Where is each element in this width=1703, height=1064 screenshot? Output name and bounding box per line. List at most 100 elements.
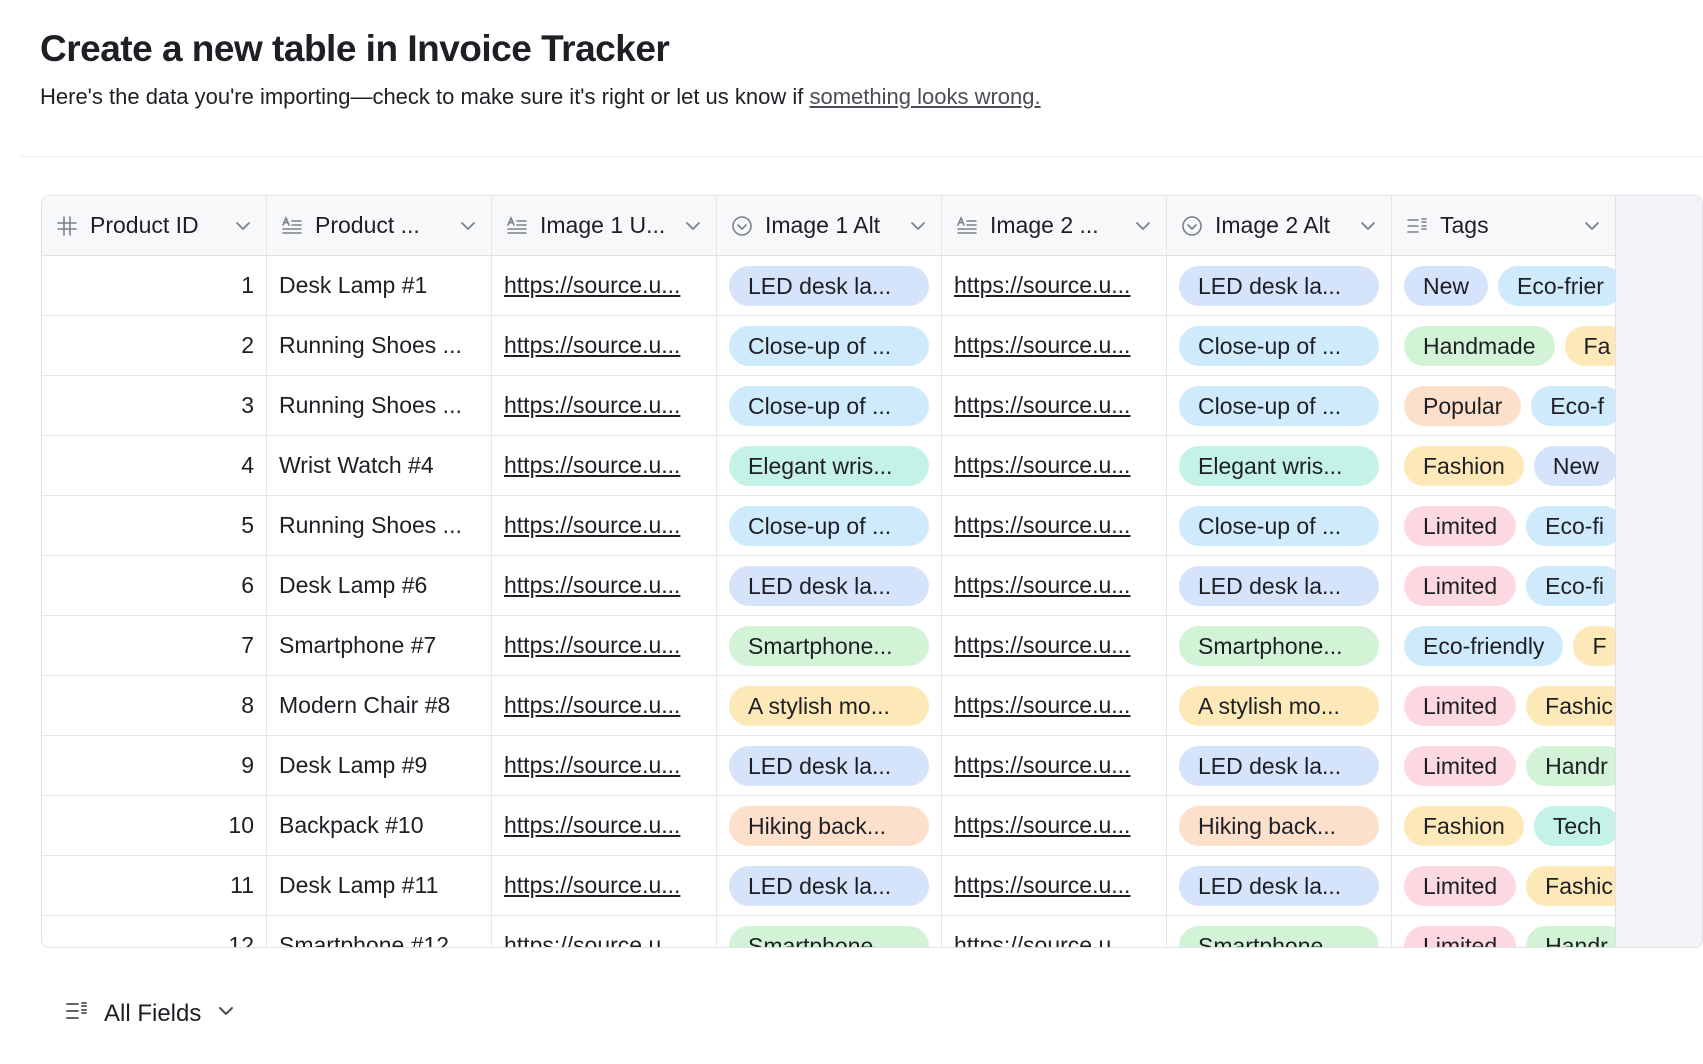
image-1-url-link[interactable]: https://source.u... (504, 452, 680, 479)
product-id-cell: 9 (42, 736, 267, 795)
alt-text-pill: A stylish mo... (729, 685, 929, 726)
chevron-down-icon[interactable] (907, 215, 929, 237)
image-1-url-link[interactable]: https://source.u... (504, 752, 680, 779)
column-header-label: Product ID (90, 212, 199, 238)
tags-cell: Limited Fashic (1392, 676, 1615, 735)
image-2-alt-cell: Smartphone... (1167, 916, 1392, 947)
column-header-title: Product ID (54, 212, 199, 239)
image-1-url-link[interactable]: https://source.u... (504, 512, 680, 539)
image-2-url-link[interactable]: https://source.u... (954, 392, 1130, 419)
column-header-title: Tags (1404, 212, 1489, 239)
image-2-url-cell: https://source.u... (942, 376, 1167, 435)
tag-pill: Limited (1404, 505, 1517, 546)
multi-select-icon (1404, 213, 1430, 239)
column-header[interactable]: Product ... (267, 196, 492, 255)
tag-pill: Fashic (1526, 685, 1615, 726)
chevron-down-icon[interactable] (1357, 215, 1379, 237)
tag-pill: Fashion (1404, 445, 1524, 486)
image-1-url-cell: https://source.u... (492, 856, 717, 915)
tags-cell: Limited Fashic (1392, 856, 1615, 915)
table-row: 4 Wrist Watch #4 https://source.u... Elegan… (42, 436, 1615, 496)
tag-pill: New (1533, 445, 1615, 486)
image-1-url-link[interactable]: https://source.u... (504, 392, 680, 419)
chevron-down-icon[interactable] (1581, 215, 1603, 237)
product-id-cell: 6 (42, 556, 267, 615)
alt-text-pill: Close-up of ... (729, 505, 929, 546)
product-id-cell: 3 (42, 376, 267, 435)
chevron-down-icon[interactable] (457, 215, 479, 237)
image-2-url-link[interactable]: https://source.u... (954, 932, 1130, 947)
image-2-url-cell: https://source.u... (942, 796, 1167, 855)
number-icon (54, 213, 80, 239)
column-header[interactable]: Image 2 Alt (1167, 196, 1392, 255)
chevron-down-icon[interactable] (682, 215, 704, 237)
image-2-url-link[interactable]: https://source.u... (954, 692, 1130, 719)
all-fields-button[interactable]: All Fields (64, 998, 237, 1029)
image-1-alt-cell: A stylish mo... (717, 676, 942, 735)
alt-text-pill: Smartphone... (1179, 625, 1379, 666)
image-1-url-cell: https://source.u... (492, 256, 717, 315)
column-header[interactable]: Tags (1392, 196, 1615, 255)
tag-pill: Eco-fi (1526, 505, 1615, 546)
image-1-url-cell: https://source.u... (492, 376, 717, 435)
product-id-cell: 2 (42, 316, 267, 375)
image-2-alt-cell: Close-up of ... (1167, 376, 1392, 435)
image-1-alt-cell: Smartphone... (717, 616, 942, 675)
image-1-url-link[interactable]: https://source.u... (504, 332, 680, 359)
table-row: 7 Smartphone #7 https://source.u... Smartph… (42, 616, 1615, 676)
image-2-url-link[interactable]: https://source.u... (954, 632, 1130, 659)
image-2-url-link[interactable]: https://source.u... (954, 272, 1130, 299)
table-header-row: Product ID Product ... Image 1 U... Image 1… (42, 196, 1615, 256)
chevron-down-icon[interactable] (232, 215, 254, 237)
image-1-url-link[interactable]: https://source.u... (504, 272, 680, 299)
image-2-url-cell: https://source.u... (942, 496, 1167, 555)
image-2-url-link[interactable]: https://source.u... (954, 332, 1130, 359)
image-2-alt-cell: LED desk la... (1167, 256, 1392, 315)
text-icon (504, 213, 530, 239)
single-select-icon (729, 213, 755, 239)
table-empty-gutter (1615, 196, 1702, 947)
image-1-url-link[interactable]: https://source.u... (504, 932, 680, 947)
image-1-url-cell: https://source.u... (492, 556, 717, 615)
image-1-url-link[interactable]: https://source.u... (504, 572, 680, 599)
product-id-cell: 7 (42, 616, 267, 675)
image-1-url-link[interactable]: https://source.u... (504, 632, 680, 659)
product-id-cell: 10 (42, 796, 267, 855)
column-header-label: Product ... (315, 212, 420, 238)
tag-pill: Eco-friendly (1404, 625, 1564, 666)
image-1-url-link[interactable]: https://source.u... (504, 872, 680, 899)
image-2-url-link[interactable]: https://source.u... (954, 872, 1130, 899)
product-name-cell: Smartphone #7 (267, 616, 492, 675)
column-header[interactable]: Image 1 U... (492, 196, 717, 255)
image-2-url-link[interactable]: https://source.u... (954, 812, 1130, 839)
image-2-url-cell: https://source.u... (942, 616, 1167, 675)
report-problem-link[interactable]: something looks wrong. (809, 84, 1040, 109)
tags-cell: New Eco-frier (1392, 256, 1615, 315)
column-header[interactable]: Image 2 ... (942, 196, 1167, 255)
alt-text-pill: Hiking back... (1179, 805, 1379, 846)
image-1-url-link[interactable]: https://source.u... (504, 812, 680, 839)
image-2-url-link[interactable]: https://source.u... (954, 452, 1130, 479)
image-2-alt-cell: Smartphone... (1167, 616, 1392, 675)
alt-text-pill: Elegant wris... (729, 445, 929, 486)
tag-pill: Handr (1526, 925, 1615, 947)
image-2-url-cell: https://source.u... (942, 736, 1167, 795)
image-2-url-link[interactable]: https://source.u... (954, 572, 1130, 599)
chevron-down-icon[interactable] (1132, 215, 1154, 237)
tag-pill: Tech (1533, 805, 1615, 846)
text-icon (279, 213, 305, 239)
product-id-cell: 1 (42, 256, 267, 315)
product-name-cell: Smartphone #12 (267, 916, 492, 947)
column-header[interactable]: Image 1 Alt (717, 196, 942, 255)
column-header[interactable]: Product ID (42, 196, 267, 255)
image-2-url-link[interactable]: https://source.u... (954, 752, 1130, 779)
image-2-url-link[interactable]: https://source.u... (954, 512, 1130, 539)
image-1-url-cell: https://source.u... (492, 436, 717, 495)
image-1-url-cell: https://source.u... (492, 316, 717, 375)
alt-text-pill: LED desk la... (1179, 745, 1379, 786)
image-1-url-link[interactable]: https://source.u... (504, 692, 680, 719)
image-1-alt-cell: Close-up of ... (717, 496, 942, 555)
table-row: 1 Desk Lamp #1 https://source.u... LED desk… (42, 256, 1615, 316)
product-name-cell: Wrist Watch #4 (267, 436, 492, 495)
column-header-label: Image 2 ... (990, 212, 1099, 238)
